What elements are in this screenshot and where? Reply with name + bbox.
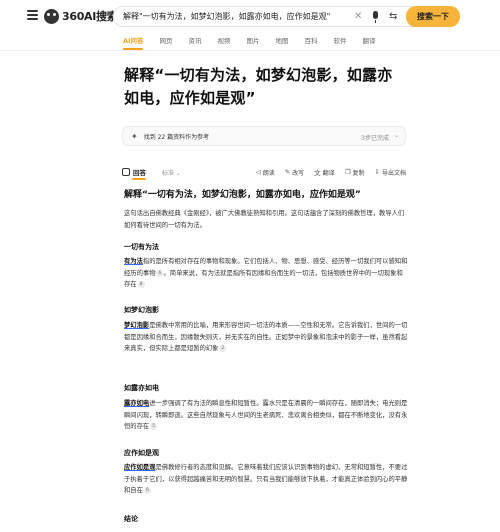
mode-select[interactable]: 标准 ⌄ — [162, 168, 181, 177]
section-text: 。简单来说，有为法就是指所有因缘和合而生的一切法，包括物质世界中的一切现象和存在 — [124, 269, 403, 289]
tab-baike[interactable]: 百科 — [304, 36, 317, 50]
answer-tools: ◁ 朗读 ✎ 改写 文翻译 ❐ 复制 ⇩ 导出文档 — [246, 167, 406, 177]
section-heading: 应作如是观 — [124, 449, 159, 457]
section-text: 是佛教修行者的态度和见解。它意味着我们应该认识到事物的虚幻、无常和短暂性，不要过… — [124, 464, 408, 494]
translate-label: 翻译 — [322, 169, 335, 177]
copy-button[interactable]: ❐ 复制 — [345, 167, 365, 177]
section-paragraph: 梦幻泡影是佛教中常用的比喻，用来形容世间一切法的本质——空性和无常。它告诉我们，… — [124, 320, 408, 355]
section-heading: 如梦幻泡影 — [124, 306, 159, 314]
tab-web[interactable]: 网页 — [159, 36, 172, 50]
tab-divider — [0, 50, 500, 51]
top-bar: 360AI搜索 ✕ ⇆ 搜索一下 — [0, 0, 500, 32]
answer-title: 解释“一切有为法，如梦幻泡影，如露亦如电，应作如是观” — [124, 190, 361, 200]
edit-icon: ✎ — [284, 168, 291, 176]
export-icon: ⇩ — [374, 168, 380, 176]
answer-toolbar: 回答 标准 ⌄ ◁ 朗读 ✎ 改写 文翻译 ❐ 复制 ⇩ 导出文档 — [122, 166, 406, 180]
tab-news[interactable]: 资讯 — [188, 36, 201, 50]
rewrite-button[interactable]: ✎ 改写 — [285, 167, 304, 177]
section-heading: 如露亦如电 — [124, 384, 159, 392]
section-paragraph: 应作如是观是佛教修行者的态度和见解。它意味着我们应该认识到事物的虚幻、无常和短暂… — [124, 462, 408, 497]
conclusion-heading: 结论 — [124, 515, 138, 523]
search-tabs: AI问答 网页 资讯 视频 图片 地图 百科 软件 翻译 — [123, 36, 391, 50]
section-text: 进一步强调了有为法的瞬息性和短暂性。露水只是在清晨的一瞬间存在，随即消失；电光则… — [124, 400, 408, 430]
search-input[interactable] — [123, 12, 348, 21]
references-card[interactable]: ✦ 找到 22 篇资料作为参考 3步已完成 ⌄ — [122, 126, 406, 146]
read-aloud-button[interactable]: ◁ 朗读 — [256, 167, 275, 177]
logo[interactable]: 360AI搜索 — [44, 8, 118, 24]
search-button[interactable]: 搜索一下 — [406, 6, 460, 27]
logo-text: 360AI搜索 — [62, 10, 118, 23]
citation-badge[interactable]: 8 — [137, 281, 145, 288]
rewrite-label: 改写 — [292, 169, 305, 177]
answer-tab[interactable]: 回答 — [122, 167, 146, 180]
tab-images[interactable]: 图片 — [246, 36, 259, 50]
speaker-icon: ◁ — [255, 168, 261, 176]
tab-translate[interactable]: 翻译 — [362, 36, 375, 50]
translate-icon: 文 — [314, 169, 321, 177]
term-link[interactable]: 应作如是观 — [124, 464, 155, 471]
translate-button[interactable]: 文翻译 — [314, 167, 335, 177]
image-search-icon[interactable]: ⇆ — [389, 11, 397, 23]
citation-badge[interactable]: 6 — [143, 487, 151, 494]
term-link[interactable]: 有为法 — [124, 258, 143, 265]
sparkle-icon: ✦ — [131, 131, 138, 141]
logo-icon — [44, 8, 59, 24]
section-paragraph: 有为法指的是所有相对存在的事物和现象。它们包括人、物、思想、感受、经历等一切我们… — [124, 256, 408, 291]
chevron-down-icon[interactable]: ⌄ — [394, 132, 399, 139]
term-link[interactable]: 梦幻泡影 — [124, 322, 149, 329]
steps-status: 3步已完成 — [361, 135, 389, 142]
references-text: 找到 22 篇资料作为参考 — [143, 133, 210, 141]
section-heading: 一切有为法 — [124, 243, 159, 251]
answer-intro: 这句话出自佛教经典《金刚经》，被广大佛教徒熟知和引用。这句话蕴含了深刻的佛教哲理… — [124, 210, 405, 229]
copy-label: 复制 — [352, 169, 365, 177]
tab-software[interactable]: 软件 — [333, 36, 346, 50]
tab-video[interactable]: 视频 — [217, 36, 230, 50]
copy-icon: ❐ — [344, 168, 351, 176]
read-aloud-label: 朗读 — [262, 169, 275, 177]
answer-tab-label: 回答 — [133, 169, 146, 177]
citation-badge[interactable]: 5 — [150, 423, 158, 430]
term-link[interactable]: 露亦如电 — [124, 400, 149, 407]
citation-badge[interactable]: 2 — [219, 345, 227, 352]
page-title: 解释“一切有为法，如梦幻泡影，如露亦如电，应作如是观” — [124, 66, 393, 107]
tab-maps[interactable]: 地图 — [275, 36, 288, 50]
search-box[interactable]: ✕ ⇆ — [113, 6, 413, 27]
clear-icon[interactable]: ✕ — [354, 11, 362, 23]
microphone-icon[interactable] — [372, 11, 380, 23]
export-doc-button[interactable]: ⇩ 导出文档 — [375, 167, 406, 177]
section-paragraph: 露亦如电进一步强调了有为法的瞬息性和短暂性。露水只是在清晨的一瞬间存在，随即消失… — [124, 398, 408, 433]
export-doc-label: 导出文档 — [381, 169, 406, 177]
section-text: 是佛教中常用的比喻，用来形容世间一切法的本质——空性和无常。它告诉我们，世间的一… — [124, 322, 408, 352]
menu-icon[interactable] — [27, 10, 38, 20]
tab-ai-qa[interactable]: AI问答 — [123, 36, 144, 50]
answer-icon — [122, 168, 130, 176]
